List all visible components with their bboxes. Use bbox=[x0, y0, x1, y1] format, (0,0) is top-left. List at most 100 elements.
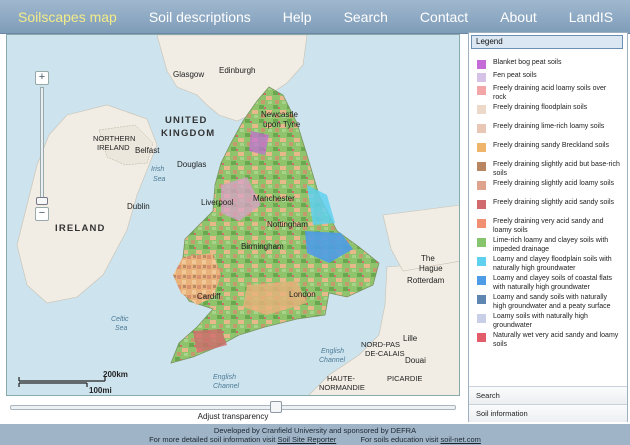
nav-soil-descriptions[interactable]: Soil descriptions bbox=[133, 0, 267, 34]
legend-item-label: Fen peat soils bbox=[493, 72, 537, 79]
label-picardie: PICARDIE bbox=[387, 374, 422, 383]
footer-text-reporter: For more detailed soil information visit bbox=[149, 435, 276, 444]
label-belfast: Belfast bbox=[135, 146, 160, 155]
label-haute: HAUTE- bbox=[327, 374, 355, 383]
soil-site-reporter-link[interactable]: Soil Site Reporter bbox=[277, 435, 336, 444]
legend-swatch bbox=[477, 60, 486, 69]
label-glasgow: Glasgow bbox=[173, 70, 204, 79]
legend-swatch bbox=[477, 124, 486, 133]
label-the: The bbox=[421, 254, 435, 263]
label-dublin: Dublin bbox=[127, 202, 150, 211]
nav-search[interactable]: Search bbox=[328, 0, 404, 34]
legend-swatch bbox=[477, 181, 486, 190]
legend-swatch bbox=[477, 257, 486, 266]
scale-bar-mi bbox=[18, 382, 88, 387]
nav-soilscapes-map[interactable]: Soilscapes map bbox=[0, 0, 133, 34]
legend-swatch bbox=[477, 295, 486, 304]
label-channel: Channel bbox=[319, 357, 346, 364]
legend-item: Freely draining slightly acid loamy soil… bbox=[471, 180, 626, 190]
legend-item-label: Lime-rich loamy and clayey soils with im… bbox=[493, 237, 609, 253]
zoom-slider-thumb[interactable] bbox=[36, 197, 48, 205]
scale-label-km: 200km bbox=[103, 370, 128, 379]
label-kingdom: KINGDOM bbox=[161, 128, 215, 139]
legend-header[interactable]: Legend bbox=[471, 35, 623, 49]
label-london: London bbox=[289, 290, 316, 299]
zoom-in-button[interactable]: + bbox=[35, 71, 49, 85]
legend-item: Freely draining floodplain soils bbox=[471, 104, 626, 114]
label-english: English bbox=[321, 348, 344, 355]
nav-contact[interactable]: Contact bbox=[404, 0, 484, 34]
legend-swatch bbox=[477, 238, 486, 247]
legend-swatch bbox=[477, 162, 486, 171]
zoom-control: + − bbox=[33, 71, 51, 221]
legend-item-label: Freely draining slightly acid but base-r… bbox=[493, 161, 620, 177]
transparency-control: Adjust transparency bbox=[6, 400, 460, 422]
legend-item-label: Freely draining slightly acid sandy soil… bbox=[493, 199, 614, 206]
legend-item: Loamy and clayey soils of coastal flats … bbox=[471, 275, 626, 292]
scale-label-mi: 100mi bbox=[89, 386, 112, 395]
nav-help[interactable]: Help bbox=[267, 0, 328, 34]
legend-swatch bbox=[477, 86, 486, 95]
map-canvas: Glasgow Edinburgh Newcastle upon Tyne UN… bbox=[16, 35, 459, 395]
legend-swatch bbox=[477, 105, 486, 114]
legend-swatch bbox=[477, 143, 486, 152]
soil-information-panel-tab[interactable]: Soil information bbox=[469, 404, 627, 422]
legend-item: Loamy soils with naturally high groundwa… bbox=[471, 313, 626, 330]
legend-item-label: Loamy and clayey floodplain soils with n… bbox=[493, 256, 612, 272]
side-panel: Legend Blanket bog peat soils Fen peat so… bbox=[468, 32, 628, 422]
zoom-out-button[interactable]: − bbox=[35, 207, 49, 221]
legend-swatch bbox=[477, 200, 486, 209]
label-northern: NORTHERN bbox=[93, 134, 135, 143]
legend-item: Blanket bog peat soils bbox=[471, 59, 626, 69]
label-cardiff: Cardiff bbox=[197, 292, 221, 301]
label-nord: NORD-PAS bbox=[361, 340, 400, 349]
zoom-slider-track[interactable] bbox=[40, 87, 44, 205]
legend-item-label: Blanket bog peat soils bbox=[493, 59, 562, 66]
legend-item-label: Loamy and sandy soils with naturally hig… bbox=[493, 294, 611, 310]
label-douglas: Douglas bbox=[177, 160, 206, 169]
scale-bar-km bbox=[18, 377, 106, 382]
legend-item: Freely draining acid loamy soils over ro… bbox=[471, 85, 626, 102]
label-hague: Hague bbox=[419, 264, 443, 273]
legend-item-label: Freely draining sandy Breckland soils bbox=[493, 142, 609, 149]
nav-about[interactable]: About bbox=[484, 0, 553, 34]
legend-item-label: Loamy and clayey soils of coastal flats … bbox=[493, 275, 613, 291]
footer: Developed by Cranfield University and sp… bbox=[0, 424, 630, 445]
label-manchester: Manchester bbox=[253, 194, 295, 203]
label-newcastle: Newcastle bbox=[261, 110, 298, 119]
label-sea: Sea bbox=[153, 176, 166, 183]
legend-swatch bbox=[477, 333, 486, 342]
legend-swatch bbox=[477, 219, 486, 228]
legend-item: Lime-rich loamy and clayey soils with im… bbox=[471, 237, 626, 254]
label-de-calais: DE-CALAIS bbox=[365, 349, 405, 358]
label-celtic-sea: Sea bbox=[115, 325, 128, 332]
legend-item: Freely draining very acid sandy and loam… bbox=[471, 218, 626, 235]
label-ireland-n: IRELAND bbox=[97, 143, 130, 152]
legend-item-label: Freely draining very acid sandy and loam… bbox=[493, 218, 604, 234]
search-panel-tab[interactable]: Search bbox=[469, 386, 627, 404]
legend-item: Naturally wet very acid sandy and loamy … bbox=[471, 332, 626, 349]
legend-item: Freely draining slightly acid but base-r… bbox=[471, 161, 626, 178]
legend-item: Fen peat soils bbox=[471, 72, 626, 82]
legend-item-label: Loamy soils with naturally high groundwa… bbox=[493, 313, 588, 329]
label-united: UNITED bbox=[165, 115, 208, 126]
soil-net-link[interactable]: soil-net.com bbox=[440, 435, 480, 444]
legend-item: Loamy and clayey floodplain soils with n… bbox=[471, 256, 626, 273]
footer-text-education: For soils education visit bbox=[360, 435, 439, 444]
top-navigation: Soilscapes map Soil descriptions Help Se… bbox=[0, 0, 630, 34]
soil-map-viewport[interactable]: Glasgow Edinburgh Newcastle upon Tyne UN… bbox=[6, 34, 460, 396]
legend-item-label: Freely draining lime-rich loamy soils bbox=[493, 123, 605, 130]
legend-item-label: Freely draining acid loamy soils over ro… bbox=[493, 85, 607, 101]
label-liverpool: Liverpool bbox=[201, 198, 234, 207]
legend-item: Loamy and sandy soils with naturally hig… bbox=[471, 294, 626, 311]
label-douai: Douai bbox=[405, 356, 426, 365]
footer-credit: Developed by Cranfield University and sp… bbox=[213, 426, 417, 435]
legend-item: Freely draining slightly acid sandy soil… bbox=[471, 199, 626, 209]
transparency-slider-track[interactable] bbox=[10, 405, 456, 410]
label-rotterdam: Rotterdam bbox=[407, 276, 445, 285]
legend-item-label: Naturally wet very acid sandy and loamy … bbox=[493, 332, 619, 348]
label-normandie: NORMANDIE bbox=[319, 383, 365, 392]
legend-item: Freely draining lime-rich loamy soils bbox=[471, 123, 626, 133]
legend-list[interactable]: Blanket bog peat soils Fen peat soils Free… bbox=[471, 53, 626, 385]
nav-landis[interactable]: LandIS bbox=[553, 0, 629, 34]
